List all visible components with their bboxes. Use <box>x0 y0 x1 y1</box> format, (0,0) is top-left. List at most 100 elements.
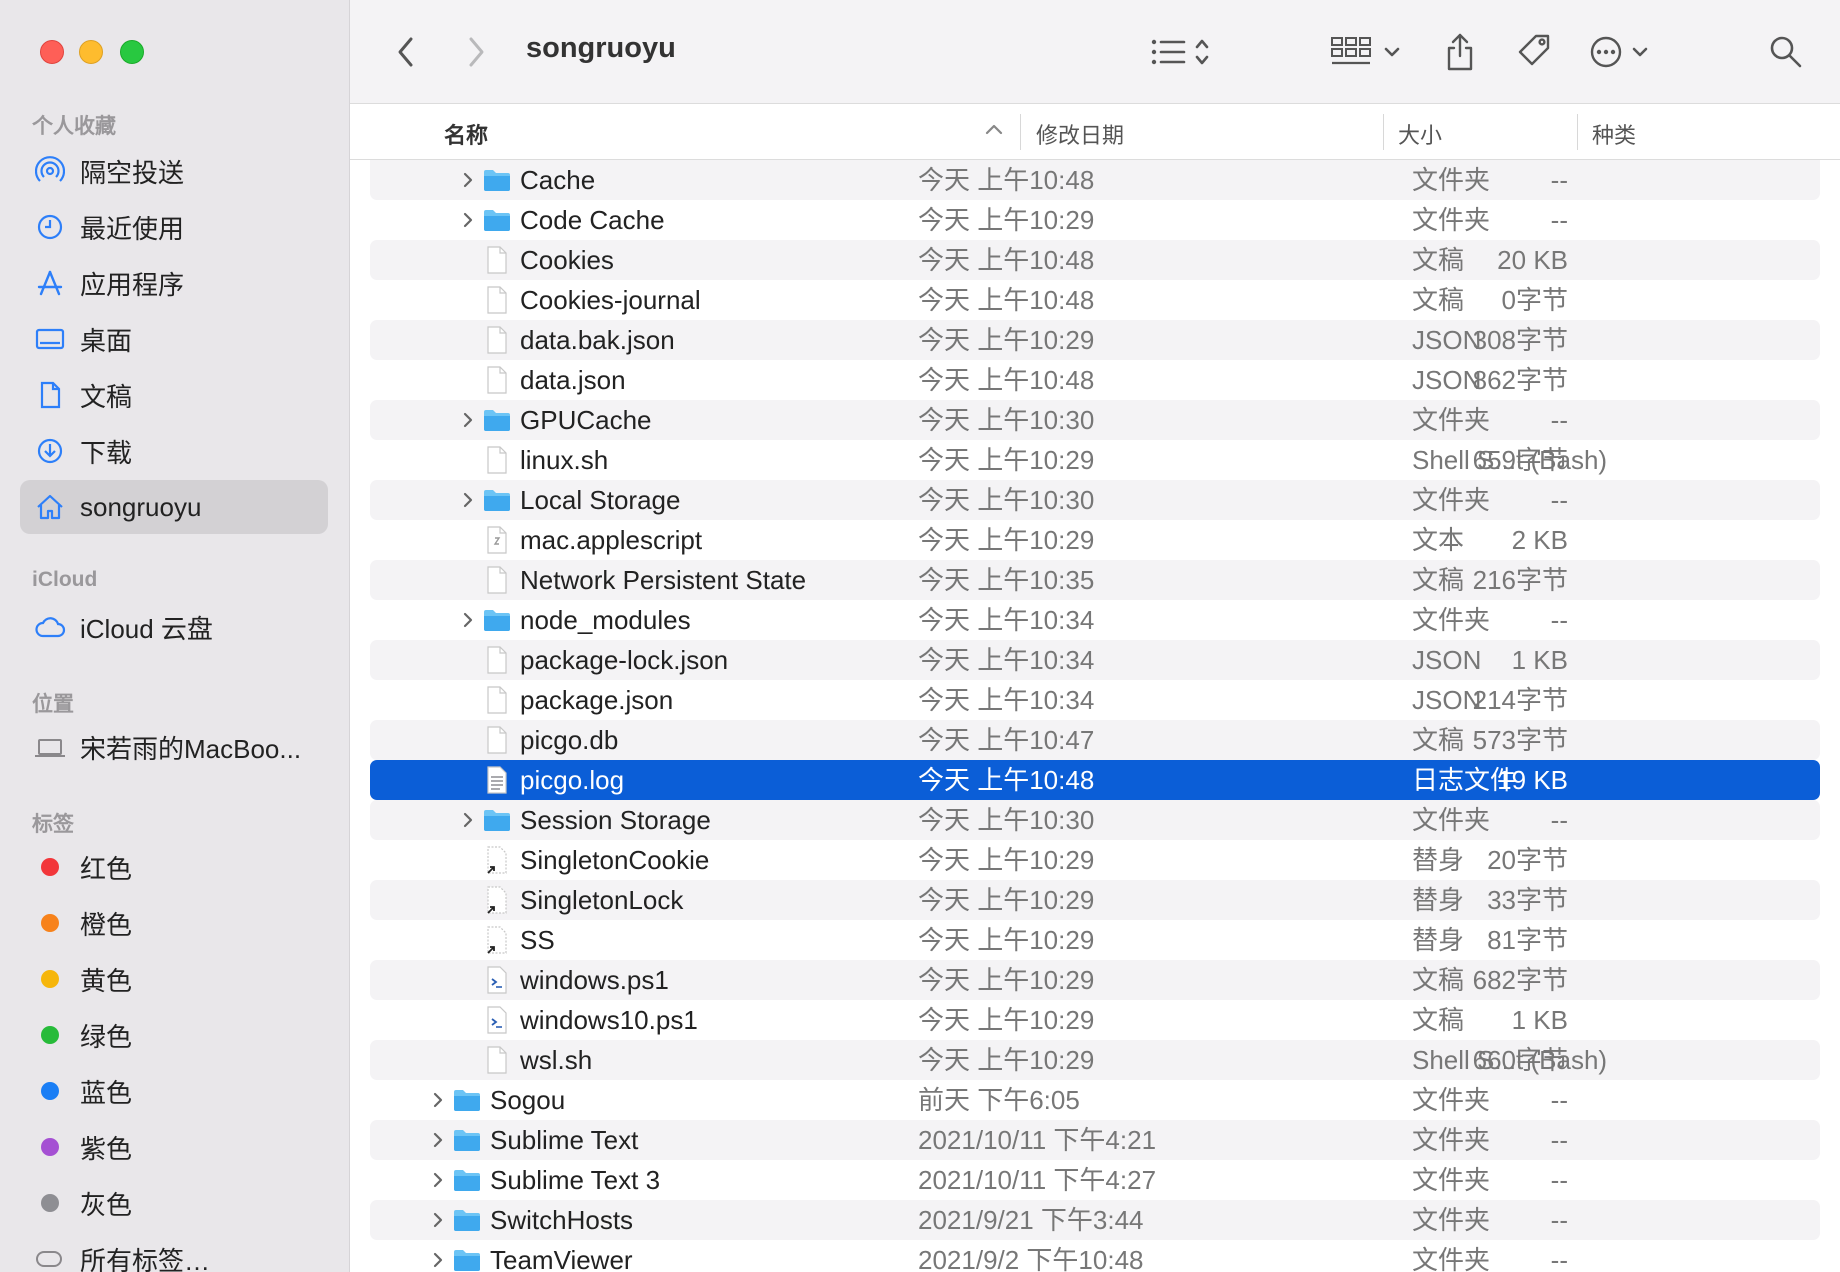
file-row[interactable]: windows.ps1 今天 上午10:29 682字节 文稿 <box>370 960 1820 1000</box>
file-row[interactable]: mac.applescript 今天 上午10:29 2 KB 文本 <box>370 520 1820 560</box>
file-row[interactable]: picgo.log 今天 上午10:48 19 KB 日志文件 <box>370 760 1820 800</box>
chevron-left-icon <box>398 37 413 67</box>
sidebar-tag-yellow[interactable]: 黄色 <box>20 952 328 1006</box>
file-name: SingletonCookie <box>520 845 710 875</box>
sidebar-tag-orange[interactable]: 橙色 <box>20 896 328 950</box>
file-row[interactable]: Sublime Text 2021/10/11 下午4:21 -- 文件夹 <box>370 1120 1820 1160</box>
file-row[interactable]: windows10.ps1 今天 上午10:29 1 KB 文稿 <box>370 1000 1820 1040</box>
file-size: 682字节 <box>1472 965 1568 995</box>
tags-button[interactable] <box>1512 28 1556 76</box>
file-row[interactable]: Local Storage 今天 上午10:30 -- 文件夹 <box>370 480 1820 520</box>
file-row[interactable]: Network Persistent State 今天 上午10:35 216字节文… <box>370 560 1820 600</box>
group-button[interactable] <box>1330 28 1406 76</box>
file-row[interactable]: node_modules 今天 上午10:34 -- 文件夹 <box>370 600 1820 640</box>
search-button[interactable] <box>1764 28 1808 76</box>
file-kind: 文件夹 <box>1412 1245 1491 1272</box>
sidebar-tag-gray[interactable]: 灰色 <box>20 1176 328 1230</box>
file-name: SingletonLock <box>520 885 684 915</box>
file-row[interactable]: SwitchHosts 2021/9/21 下午3:44 -- 文件夹 <box>370 1200 1820 1240</box>
chevron-right-icon[interactable] <box>428 1168 448 1192</box>
sidebar-item-documents[interactable]: 文稿 <box>20 368 328 422</box>
column-separator[interactable] <box>1577 114 1578 150</box>
sidebar-item-desktop[interactable]: 桌面 <box>20 312 328 366</box>
sidebar-item-macbook[interactable]: 宋若雨的MacBoo... <box>20 720 328 774</box>
sidebar-item-icloud-drive[interactable]: iCloud 云盘 <box>20 600 328 654</box>
sidebar-item-airdrop[interactable]: 隔空投送 <box>20 144 328 198</box>
file-kind: 文稿 <box>1412 725 1465 755</box>
file-name: Session Storage <box>520 805 711 835</box>
file-row[interactable]: data.json 今天 上午10:48 862字节 JSON <box>370 360 1820 400</box>
close-window-button[interactable] <box>40 40 64 64</box>
chevron-right-icon[interactable] <box>428 1248 448 1272</box>
file-name: Cookies-journal <box>520 285 701 315</box>
file-row[interactable]: Cookies 今天 上午10:48 20 KB 文稿 <box>370 240 1820 280</box>
back-button[interactable] <box>382 28 430 76</box>
sidebar-tag-red[interactable]: 红色 <box>20 840 328 894</box>
file-size: -- <box>1550 805 1568 835</box>
file-row[interactable]: GPUCache 今天 上午10:30 -- 文件夹 <box>370 400 1820 440</box>
sidebar-item-home[interactable]: songruoyu <box>20 480 328 534</box>
file-name: windows10.ps1 <box>520 1005 698 1035</box>
sort-ascending-icon[interactable] <box>984 122 1004 141</box>
document-icon <box>482 325 512 355</box>
column-date-header[interactable]: 修改日期 <box>1036 118 1124 150</box>
column-kind-header[interactable]: 种类 <box>1592 118 1636 150</box>
file-row[interactable]: picgo.db 今天 上午10:47 573字节 文稿 <box>370 720 1820 760</box>
tag-dot-icon <box>30 858 70 876</box>
file-row[interactable]: wsl.sh 今天 上午10:29 660字节 Shell S...t (Bash) <box>370 1040 1820 1080</box>
column-separator[interactable] <box>1020 114 1021 150</box>
file-row[interactable]: Session Storage 今天 上午10:30 -- 文件夹 <box>370 800 1820 840</box>
view-options-button[interactable] <box>1146 28 1226 76</box>
column-name-header[interactable]: 名称 <box>444 118 488 150</box>
file-row[interactable]: package.json 今天 上午10:34 214字节 JSON <box>370 680 1820 720</box>
file-row[interactable]: Sogou 前天 下午6:05 -- 文件夹 <box>370 1080 1820 1120</box>
file-row[interactable]: SS 今天 上午10:29 81字节 替身 <box>370 920 1820 960</box>
sidebar-tag-purple[interactable]: 紫色 <box>20 1120 328 1174</box>
sidebar-item-label: 紫色 <box>80 1133 133 1164</box>
chevron-right-icon[interactable] <box>458 608 478 632</box>
file-date: 今天 上午10:29 <box>918 445 1095 475</box>
file-kind: 文稿 <box>1412 1005 1465 1035</box>
column-separator[interactable] <box>1383 114 1384 150</box>
file-date: 今天 上午10:29 <box>918 965 1095 995</box>
minimize-window-button[interactable] <box>79 40 103 64</box>
chevron-right-icon[interactable] <box>428 1208 448 1232</box>
file-size: -- <box>1550 405 1568 435</box>
sidebar-tag-blue[interactable]: 蓝色 <box>20 1064 328 1118</box>
chevron-right-icon[interactable] <box>428 1128 448 1152</box>
file-row[interactable]: linux.sh 今天 上午10:29 659字节 Shell S...t (Bash… <box>370 440 1820 480</box>
chevron-right-icon[interactable] <box>428 1088 448 1112</box>
chevron-right-icon[interactable] <box>458 208 478 232</box>
file-kind: 日志文件 <box>1412 765 1517 795</box>
file-row[interactable]: Code Cache 今天 上午10:29 -- 文件夹 <box>370 200 1820 240</box>
sidebar-item-applications[interactable]: 应用程序 <box>20 256 328 310</box>
file-size: -- <box>1550 1205 1568 1235</box>
icloud-section-title: iCloud <box>32 568 98 591</box>
chevron-right-icon[interactable] <box>458 168 478 192</box>
file-size: -- <box>1550 1125 1568 1155</box>
share-button[interactable] <box>1438 28 1482 76</box>
fullscreen-window-button[interactable] <box>120 40 144 64</box>
column-size-header[interactable]: 大小 <box>1398 118 1442 150</box>
more-actions-button[interactable] <box>1586 28 1662 76</box>
file-row[interactable]: SingletonCookie 今天 上午10:29 20字节 替身 <box>370 840 1820 880</box>
file-name: Sublime Text 3 <box>490 1165 661 1195</box>
chevron-right-icon[interactable] <box>458 408 478 432</box>
sidebar-item-label: 隔空投送 <box>80 157 185 188</box>
file-row[interactable]: package-lock.json 今天 上午10:34 1 KB JSON <box>370 640 1820 680</box>
file-row[interactable]: Cookies-journal 今天 上午10:48 0字节 文稿 <box>370 280 1820 320</box>
file-row[interactable]: Cache 今天 上午10:48 -- 文件夹 <box>370 160 1820 200</box>
file-row[interactable]: SingletonLock 今天 上午10:29 33字节 替身 <box>370 880 1820 920</box>
chevron-right-icon[interactable] <box>458 488 478 512</box>
forward-button[interactable] <box>452 28 500 76</box>
sidebar-tag-green[interactable]: 绿色 <box>20 1008 328 1062</box>
folder-icon <box>482 485 512 515</box>
sidebar: 个人收藏 隔空投送 最近使用 应用程序 桌面 文稿 下载 songruoyu i… <box>0 0 350 1272</box>
file-row[interactable]: TeamViewer 2021/9/2 下午10:48 -- 文件夹 <box>370 1240 1820 1272</box>
sidebar-item-downloads[interactable]: 下载 <box>20 424 328 478</box>
chevron-right-icon[interactable] <box>458 808 478 832</box>
file-row[interactable]: data.bak.json 今天 上午10:29 308字节 JSON <box>370 320 1820 360</box>
file-row[interactable]: Sublime Text 3 2021/10/11 下午4:27 -- 文件夹 <box>370 1160 1820 1200</box>
sidebar-all-tags[interactable]: 所有标签… <box>20 1232 328 1272</box>
sidebar-item-recents[interactable]: 最近使用 <box>20 200 328 254</box>
